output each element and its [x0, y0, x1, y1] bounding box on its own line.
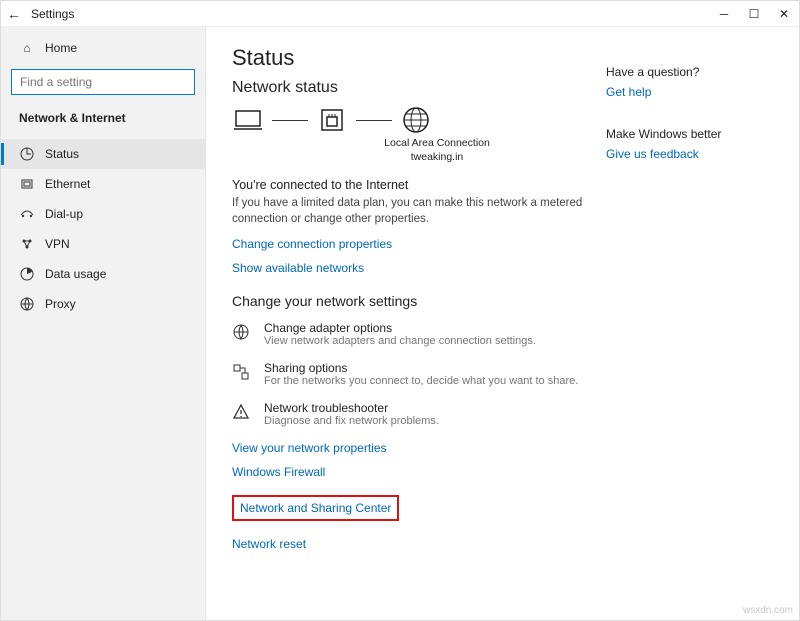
option-label: Network troubleshooter	[264, 401, 439, 415]
have-question-label: Have a question?	[606, 65, 776, 79]
network-sharing-center-highlight: Network and Sharing Center	[232, 495, 399, 521]
ethernet-icon	[19, 177, 35, 191]
sidebar-item-label: Dial-up	[45, 207, 83, 221]
network-status-heading: Network status	[232, 79, 586, 97]
connection-label: Local Area Connection tweaking.in	[288, 137, 586, 164]
vpn-icon	[19, 237, 35, 251]
minimize-button[interactable]: ─	[709, 1, 739, 27]
status-icon	[19, 147, 35, 161]
sidebar-item-vpn[interactable]: VPN	[1, 229, 205, 259]
option-label: Change adapter options	[264, 321, 536, 335]
sidebar-item-label: VPN	[45, 237, 70, 251]
connected-status: You're connected to the Internet	[232, 178, 586, 192]
sidebar-section-title: Network & Internet	[1, 105, 205, 133]
search-input[interactable]	[11, 69, 195, 95]
back-icon[interactable]: ←	[7, 6, 21, 22]
network-troubleshooter[interactable]: Network troubleshooter Diagnose and fix …	[232, 401, 586, 427]
make-windows-better-label: Make Windows better	[606, 127, 776, 141]
page-title: Status	[232, 45, 586, 71]
proxy-icon	[19, 297, 35, 311]
network-diagram	[232, 107, 586, 133]
sharing-icon	[232, 361, 252, 387]
sidebar-item-label: Proxy	[45, 297, 76, 311]
data-usage-icon	[19, 267, 35, 281]
show-available-networks-link[interactable]: Show available networks	[232, 261, 586, 275]
change-connection-properties-link[interactable]: Change connection properties	[232, 237, 586, 251]
watermark: wsxdn.com	[743, 605, 793, 616]
option-desc: Diagnose and fix network problems.	[264, 415, 439, 427]
sidebar-item-datausage[interactable]: Data usage	[1, 259, 205, 289]
sidebar-item-ethernet[interactable]: Ethernet	[1, 169, 205, 199]
computer-icon	[232, 107, 264, 133]
troubleshooter-icon	[232, 401, 252, 427]
home-icon: ⌂	[19, 41, 35, 55]
option-desc: View network adapters and change connect…	[264, 335, 536, 347]
give-feedback-link[interactable]: Give us feedback	[606, 147, 776, 161]
close-button[interactable]: ✕	[769, 1, 799, 27]
sidebar-item-proxy[interactable]: Proxy	[1, 289, 205, 319]
network-reset-link[interactable]: Network reset	[232, 537, 586, 551]
view-network-properties-link[interactable]: View your network properties	[232, 441, 586, 455]
right-panel: Have a question? Get help Make Windows b…	[606, 27, 786, 620]
sidebar-home-label: Home	[45, 41, 77, 55]
sidebar-item-status[interactable]: Status	[1, 139, 205, 169]
sidebar-item-label: Status	[45, 147, 79, 161]
get-help-link[interactable]: Get help	[606, 85, 776, 99]
change-network-settings-heading: Change your network settings	[232, 293, 586, 309]
adapter-icon	[232, 321, 252, 347]
sharing-options[interactable]: Sharing options For the networks you con…	[232, 361, 586, 387]
sidebar-item-dialup[interactable]: Dial-up	[1, 199, 205, 229]
sidebar-home[interactable]: ⌂ Home	[1, 33, 205, 63]
content-area: Status Network status	[206, 27, 799, 620]
option-desc: For the networks you connect to, decide …	[264, 375, 578, 387]
network-sharing-center-link[interactable]: Network and Sharing Center	[240, 501, 391, 515]
option-label: Sharing options	[264, 361, 578, 375]
sidebar-item-label: Ethernet	[45, 177, 90, 191]
globe-icon	[400, 107, 432, 133]
sidebar-item-label: Data usage	[45, 267, 106, 281]
window-title: Settings	[31, 7, 74, 21]
maximize-button[interactable]: ☐	[739, 1, 769, 27]
settings-window: ← Settings ─ ☐ ✕ ⌂ Home Network & Intern…	[0, 0, 800, 621]
connected-subtext: If you have a limited data plan, you can…	[232, 195, 586, 227]
change-adapter-options[interactable]: Change adapter options View network adap…	[232, 321, 586, 347]
ethernet-port-icon	[316, 107, 348, 133]
titlebar: ← Settings ─ ☐ ✕	[1, 1, 799, 27]
dialup-icon	[19, 209, 35, 219]
windows-firewall-link[interactable]: Windows Firewall	[232, 465, 586, 479]
sidebar: ⌂ Home Network & Internet Status Etherne…	[1, 27, 206, 620]
